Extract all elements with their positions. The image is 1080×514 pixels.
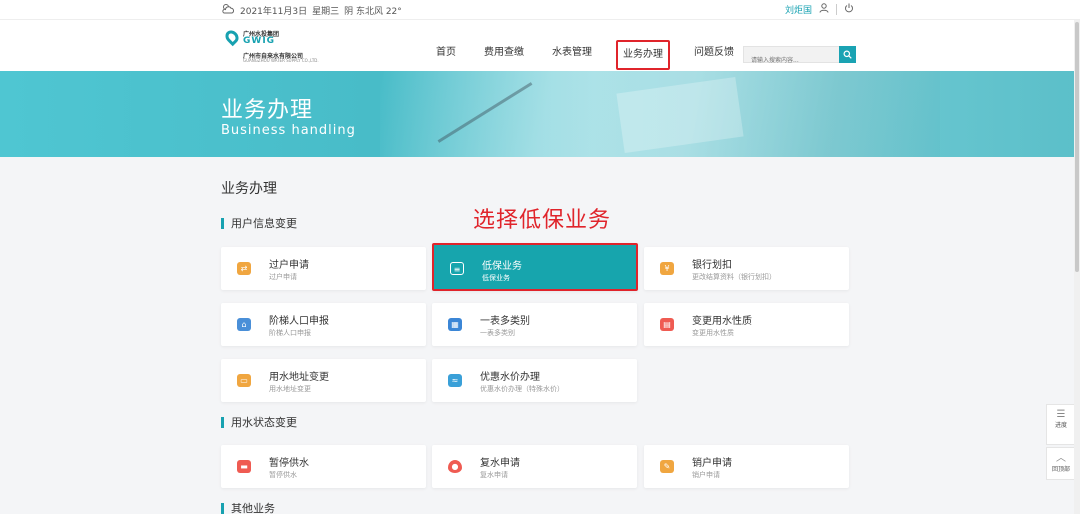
- water-drop-logo-icon: [222, 27, 242, 47]
- card-subtitle: 优惠水价办理（特殊水价）: [480, 385, 564, 393]
- card-title: 用水地址变更: [269, 372, 329, 383]
- pause-water-icon: ▬: [237, 460, 251, 473]
- card-title: 销户申请: [692, 458, 732, 469]
- section-title-water-status: 用水状态变更: [221, 417, 297, 428]
- card-title: 银行划扣: [692, 260, 732, 271]
- card-low-income[interactable]: ≡ 低保业务 低保业务: [432, 243, 638, 291]
- user-area: 刘炬国: [785, 3, 854, 16]
- card-subtitle: 更改结算资料（银行划扣）: [692, 273, 776, 281]
- card-tier-population[interactable]: ⌂ 阶梯人口申报 阶梯人口申报: [221, 303, 426, 346]
- page-banner: 业务办理 Business handling: [0, 71, 1080, 157]
- scrollbar-thumb[interactable]: [1075, 22, 1079, 272]
- card-subtitle: 复水申请: [480, 471, 508, 479]
- username-link[interactable]: 刘炬国: [785, 3, 812, 16]
- card-address-change[interactable]: ▭ 用水地址变更 用水地址变更: [221, 359, 426, 402]
- card-bank-debit[interactable]: ¥ 银行划扣 更改结算资料（银行划扣）: [644, 247, 849, 290]
- search-button[interactable]: [839, 46, 856, 63]
- card-subtitle: 用水地址变更: [269, 385, 311, 393]
- date-text: 2021年11月3日: [240, 6, 308, 17]
- main-nav: 首页 费用查缴 水表管理 业务办理 问题反馈: [432, 40, 738, 70]
- weather-text: 阴 东北风 22°: [344, 6, 402, 17]
- chevron-up-icon: ︿: [1056, 453, 1066, 464]
- water-drop-icon: ●: [448, 460, 462, 473]
- annotation-text: 选择低保业务: [473, 208, 612, 233]
- search-icon: [843, 50, 852, 59]
- water-type-icon: ▤: [660, 318, 674, 331]
- card-discount-price[interactable]: ≈ 优惠水价办理 优惠水价办理（特殊水价）: [432, 359, 637, 402]
- card-title: 优惠水价办理: [480, 372, 540, 383]
- nav-business[interactable]: 业务办理: [616, 40, 670, 70]
- card-resume-supply[interactable]: ● 复水申请 复水申请: [432, 445, 637, 488]
- card-subtitle: 低保业务: [482, 274, 510, 282]
- grid-icon: ▦: [448, 318, 462, 331]
- nav-billing[interactable]: 费用查缴: [480, 40, 528, 70]
- logo-abbr: GWIG: [243, 36, 276, 46]
- user-icon[interactable]: [819, 3, 829, 16]
- site-header: 广州水投集团 GWIG 广州市自来水有限公司 GUANGZHOU WATER S…: [0, 20, 1080, 71]
- card-title: 一表多类别: [480, 316, 530, 327]
- progress-button[interactable]: ☰ 进度: [1046, 404, 1076, 445]
- card-suspend-supply[interactable]: ▬ 暂停供水 暂停供水: [221, 445, 426, 488]
- card-multi-category[interactable]: ▦ 一表多类别 一表多类别: [432, 303, 637, 346]
- card-subtitle: 过户申请: [269, 273, 297, 281]
- card-subtitle: 阶梯人口申报: [269, 329, 311, 337]
- card-water-type[interactable]: ▤ 变更用水性质 变更用水性质: [644, 303, 849, 346]
- search-input[interactable]: [744, 53, 840, 68]
- top-info-bar: 2021年11月3日 星期三 阴 东北风 22° 刘炬国: [0, 0, 1080, 20]
- back-to-top-label: 回顶部: [1051, 466, 1070, 473]
- card-subtitle: 变更用水性质: [692, 329, 734, 337]
- card-subtitle: 销户申请: [692, 471, 720, 479]
- section-title-other: 其他业务: [221, 503, 275, 514]
- back-to-top-button[interactable]: ︿ 回顶部: [1046, 447, 1076, 480]
- section-title-user-info: 用户信息变更: [221, 218, 297, 229]
- sliders-icon: ☰: [1056, 409, 1066, 420]
- card-title: 变更用水性质: [692, 316, 752, 327]
- page: 2021年11月3日 星期三 阴 东北风 22° 刘炬国 广州水投集团 GWIG…: [0, 0, 1080, 514]
- weekday-text: 星期三: [312, 6, 340, 17]
- card-title: 暂停供水: [269, 458, 309, 469]
- power-icon[interactable]: [844, 3, 854, 16]
- nav-meter[interactable]: 水表管理: [548, 40, 596, 70]
- close-account-icon: ✎: [660, 460, 674, 473]
- cloud-sun-icon: [221, 3, 235, 17]
- nav-feedback[interactable]: 问题反馈: [690, 40, 738, 70]
- banner-title: 业务办理: [221, 98, 314, 123]
- card-title: 复水申请: [480, 458, 520, 469]
- bank-card-icon: ¥: [660, 262, 674, 275]
- card-transfer[interactable]: ⇄ 过户申请 过户申请: [221, 247, 426, 290]
- page-scrollbar[interactable]: [1074, 20, 1080, 514]
- address-card-icon: ▭: [237, 374, 251, 387]
- discount-icon: ≈: [448, 374, 462, 387]
- document-icon: ≡: [450, 262, 464, 275]
- search-box: [743, 46, 856, 68]
- progress-label: 进度: [1054, 422, 1067, 429]
- nav-home[interactable]: 首页: [432, 40, 460, 70]
- card-title: 过户申请: [269, 260, 309, 271]
- logo-english-name: GUANGZHOU WATER SUPPLY CO.,LTD.: [243, 58, 319, 63]
- home-people-icon: ⌂: [237, 318, 251, 331]
- card-title: 低保业务: [482, 261, 522, 272]
- divider: [836, 4, 837, 15]
- date-weather: 2021年11月3日 星期三 阴 东北风 22°: [221, 3, 402, 17]
- card-close-account[interactable]: ✎ 销户申请 销户申请: [644, 445, 849, 488]
- card-title: 阶梯人口申报: [269, 316, 329, 327]
- page-title: 业务办理: [221, 181, 277, 197]
- transfer-icon: ⇄: [237, 262, 251, 275]
- card-subtitle: 暂停供水: [269, 471, 297, 479]
- card-subtitle: 一表多类别: [480, 329, 515, 337]
- banner-subtitle: Business handling: [221, 123, 356, 138]
